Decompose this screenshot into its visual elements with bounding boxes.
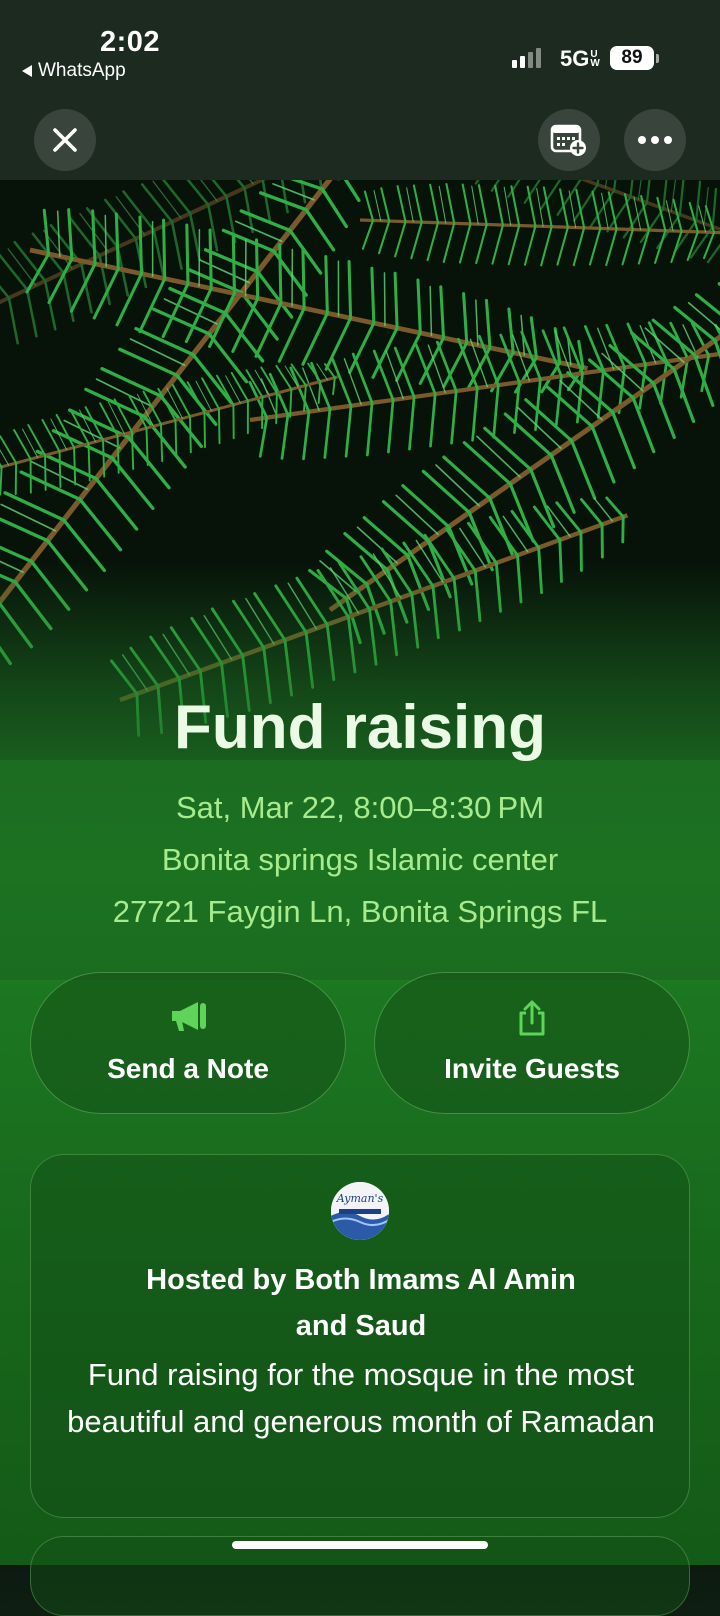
invite-guests-label: Invite Guests [444, 1053, 620, 1084]
event-address[interactable]: 27721 Faygin Ln, Bonita Springs FL [0, 894, 720, 930]
network-badge: U W [590, 49, 600, 69]
send-note-label: Send a Note [107, 1053, 269, 1084]
host-logo-image: Ayman's [331, 1182, 389, 1240]
more-options-button[interactable] [624, 109, 686, 171]
network-label: 5G [560, 46, 590, 71]
more-icon [638, 136, 672, 144]
cellular-signal-icon [512, 48, 541, 68]
status-time: 2:02 [100, 26, 161, 58]
host-name-line1: Hosted by Both Imams Al Amin [146, 1264, 576, 1296]
host-logo-text: Ayman's [336, 1192, 384, 1205]
host-avatar[interactable]: Ayman's [331, 1182, 389, 1240]
invite-guests-button[interactable]: Invite Guests [374, 972, 690, 1114]
event-description: Fund raising for the mosque in the most … [67, 1357, 655, 1439]
megaphone-icon [172, 1002, 206, 1031]
add-to-calendar-button[interactable] [538, 109, 600, 171]
event-date-time[interactable]: Sat, Mar 22, 8:00–8:30 PM [0, 790, 720, 826]
event-title: Fund raising [174, 693, 546, 762]
calendar-add-icon [550, 124, 586, 156]
share-icon [519, 1000, 545, 1036]
send-note-button[interactable]: Send a Note [30, 972, 346, 1114]
host-name-line2: and Saud [295, 1310, 427, 1342]
host-card: Ayman's Hosted by Both Imams Al Amin and… [30, 1154, 690, 1518]
battery-level: 89 [610, 46, 654, 70]
home-indicator[interactable] [232, 1541, 488, 1549]
host-name: Hosted by Both Imams Al Amin and Saud [71, 1257, 651, 1349]
battery-tip [656, 54, 659, 63]
close-icon [53, 128, 77, 152]
network-indicator: 5G U W [560, 46, 600, 72]
back-to-app-link[interactable]: WhatsApp [22, 60, 126, 82]
close-button[interactable] [34, 109, 96, 171]
back-app-label: WhatsApp [38, 60, 126, 81]
event-venue[interactable]: Bonita springs Islamic center [0, 842, 720, 878]
back-arrow-icon [22, 65, 32, 77]
